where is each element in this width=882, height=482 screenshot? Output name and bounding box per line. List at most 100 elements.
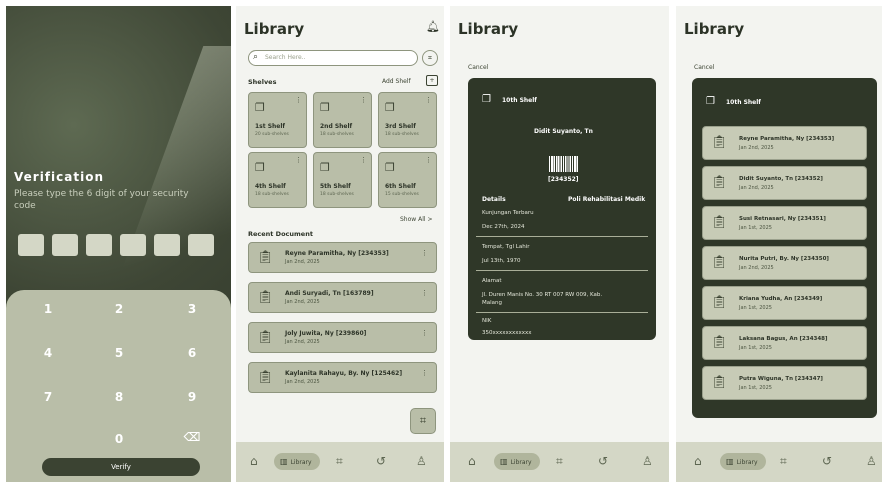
patient-name: Susi Retnasari, Ny [234351]: [739, 216, 826, 222]
pin-input-row: [18, 234, 214, 256]
more-icon[interactable]: ⋮: [425, 156, 432, 164]
more-icon[interactable]: ⋮: [421, 369, 428, 377]
key-5[interactable]: 5: [99, 346, 139, 360]
list-item[interactable]: 📋︎ Laksana Bagus, An [234348] Jan 1st, 2…: [702, 326, 867, 360]
key-8[interactable]: 8: [99, 390, 139, 404]
divider: [476, 312, 648, 313]
shelf-icon: ❐: [385, 101, 395, 114]
key-0[interactable]: 0: [99, 432, 139, 446]
pin-digit-5[interactable]: [154, 234, 180, 256]
scan-icon[interactable]: ⌗: [336, 454, 343, 469]
search-placeholder: Search Here..: [265, 54, 306, 61]
backspace-icon[interactable]: ⌫: [172, 430, 212, 444]
shelf-sub: 18 sub-shelves: [385, 132, 419, 137]
shelf-sub: 18 sub-shelves: [320, 132, 354, 137]
pin-digit-3[interactable]: [86, 234, 112, 256]
shelf-card[interactable]: ❐ ⋮ 2nd Shelf 18 sub-shelves: [313, 92, 372, 148]
history-icon[interactable]: ↺: [822, 454, 832, 468]
shelf-icon: ❐: [255, 161, 265, 174]
document-name: Joly Juwita, Ny [239860]: [285, 330, 367, 337]
pin-digit-2[interactable]: [52, 234, 78, 256]
bell-icon[interactable]: 🔔︎: [426, 20, 440, 33]
nav-library-tab[interactable]: ▥ Library: [494, 453, 540, 470]
more-icon[interactable]: ⋮: [360, 96, 367, 104]
more-icon[interactable]: ⋮: [360, 156, 367, 164]
history-icon[interactable]: ↺: [598, 454, 608, 468]
cancel-link[interactable]: Cancel: [468, 64, 488, 71]
list-item[interactable]: 📋︎ Susi Retnasari, Ny [234351] Jan 1st, …: [702, 206, 867, 240]
key-9[interactable]: 9: [172, 390, 212, 404]
key-3[interactable]: 3: [172, 302, 212, 316]
list-item[interactable]: 📋︎ Didit Suyanto, Tn [234352] Jan 2nd, 2…: [702, 166, 867, 200]
profile-icon[interactable]: ♙: [642, 454, 653, 468]
nav-library-label: Library: [290, 459, 312, 466]
patient-name: Kriana Yudha, An [234349]: [739, 296, 823, 302]
scan-icon[interactable]: ⌗: [422, 50, 438, 66]
more-icon[interactable]: ⋮: [295, 96, 302, 104]
list-item[interactable]: 📋︎ Joly Juwita, Ny [239860] Jan 2nd, 202…: [248, 322, 437, 353]
more-icon[interactable]: ⋮: [421, 289, 428, 297]
nav-library-tab[interactable]: ▥ Library: [720, 453, 766, 470]
home-icon[interactable]: ⌂: [694, 454, 702, 468]
shelf-card[interactable]: ❐ ⋮ 3rd Shelf 18 sub-shelves: [378, 92, 437, 148]
more-icon[interactable]: ⋮: [421, 329, 428, 337]
shelf-icon: ❐: [320, 101, 330, 114]
key-6[interactable]: 6: [172, 346, 212, 360]
numeric-keypad: [6, 290, 231, 482]
shelf-list-screen: Library Cancel ❐ 10th Shelf 📋︎ Reyne Par…: [676, 6, 882, 482]
shelf-card[interactable]: ❐ ⋮ 4th Shelf 18 sub-shelves: [248, 152, 307, 208]
list-item[interactable]: 📋︎ Nurita Putri, By. Ny [234350] Jan 2nd…: [702, 246, 867, 280]
list-item[interactable]: 📋︎ Reyne Paramitha, Ny [234353] Jan 2nd,…: [702, 126, 867, 160]
document-name: Reyne Paramitha, Ny [234353]: [285, 250, 389, 257]
history-icon[interactable]: ↺: [376, 454, 386, 468]
department: Poli Rehabilitasi Medik: [568, 196, 646, 203]
shelf-card[interactable]: ❐ ⋮ 5th Shelf 18 sub-shelves: [313, 152, 372, 208]
profile-icon[interactable]: ♙: [416, 454, 427, 468]
list-item[interactable]: 📋︎ Putra Wiguna, Tn [234347] Jan 1st, 20…: [702, 366, 867, 400]
list-item[interactable]: 📋︎ Andi Suryadi, Tn [163789] Jan 2nd, 20…: [248, 282, 437, 313]
scan-fab-icon[interactable]: ⌗: [410, 408, 436, 434]
key-4[interactable]: 4: [28, 346, 68, 360]
scan-icon[interactable]: ⌗: [556, 454, 563, 469]
shelf-name: 4th Shelf: [255, 183, 286, 190]
pin-digit-1[interactable]: [18, 234, 44, 256]
verify-button[interactable]: Verify: [42, 458, 200, 476]
home-icon[interactable]: ⌂: [468, 454, 476, 468]
shelf-card[interactable]: ❐ ⋮ 6th Shelf 15 sub-shelves: [378, 152, 437, 208]
search-input[interactable]: ⌕ Search Here..: [248, 50, 418, 66]
shelf-sub: 18 sub-shelves: [255, 192, 289, 197]
document-icon: 📋︎: [711, 335, 728, 350]
divider: [476, 270, 648, 271]
pin-digit-6[interactable]: [188, 234, 214, 256]
patient-date: Jan 2nd, 2025: [739, 185, 774, 191]
list-item[interactable]: 📋︎ Reyne Paramitha, Ny [234353] Jan 2nd,…: [248, 242, 437, 273]
nav-library-tab[interactable]: ▥ Library: [274, 453, 320, 470]
key-1[interactable]: 1: [28, 302, 68, 316]
add-shelf-icon[interactable]: +: [426, 75, 438, 86]
add-shelf-link[interactable]: Add Shelf: [382, 78, 411, 85]
nav-library-label: Library: [736, 459, 758, 466]
show-all-link[interactable]: Show All >: [400, 216, 432, 223]
home-icon[interactable]: ⌂: [250, 454, 258, 468]
more-icon[interactable]: ⋮: [295, 156, 302, 164]
list-item[interactable]: 📋︎ Kaylanita Rahayu, By. Ny [125462] Jan…: [248, 362, 437, 393]
key-7[interactable]: 7: [28, 390, 68, 404]
patient-name: Putra Wiguna, Tn [234347]: [739, 376, 823, 382]
shelves-heading: Shelves: [248, 78, 277, 86]
field-value: Jul 13th, 1970: [482, 258, 521, 264]
patient-name: Reyne Paramitha, Ny [234353]: [739, 136, 835, 142]
more-icon[interactable]: ⋮: [425, 96, 432, 104]
pin-digit-4[interactable]: [120, 234, 146, 256]
library-icon: ▥: [280, 457, 288, 466]
list-item[interactable]: 📋︎ Kriana Yudha, An [234349] Jan 1st, 20…: [702, 286, 867, 320]
patient-name: Laksana Bagus, An [234348]: [739, 336, 828, 342]
key-2[interactable]: 2: [99, 302, 139, 316]
patient-date: Jan 1st, 2025: [739, 345, 772, 351]
scan-icon[interactable]: ⌗: [780, 454, 787, 469]
more-icon[interactable]: ⋮: [421, 249, 428, 257]
cancel-link[interactable]: Cancel: [694, 64, 714, 71]
patient-date: Jan 2nd, 2025: [739, 265, 774, 271]
profile-icon[interactable]: ♙: [866, 454, 877, 468]
document-date: Jan 2nd, 2025: [285, 259, 320, 265]
shelf-card[interactable]: ❐ ⋮ 1st Shelf 20 sub-shelves: [248, 92, 307, 148]
